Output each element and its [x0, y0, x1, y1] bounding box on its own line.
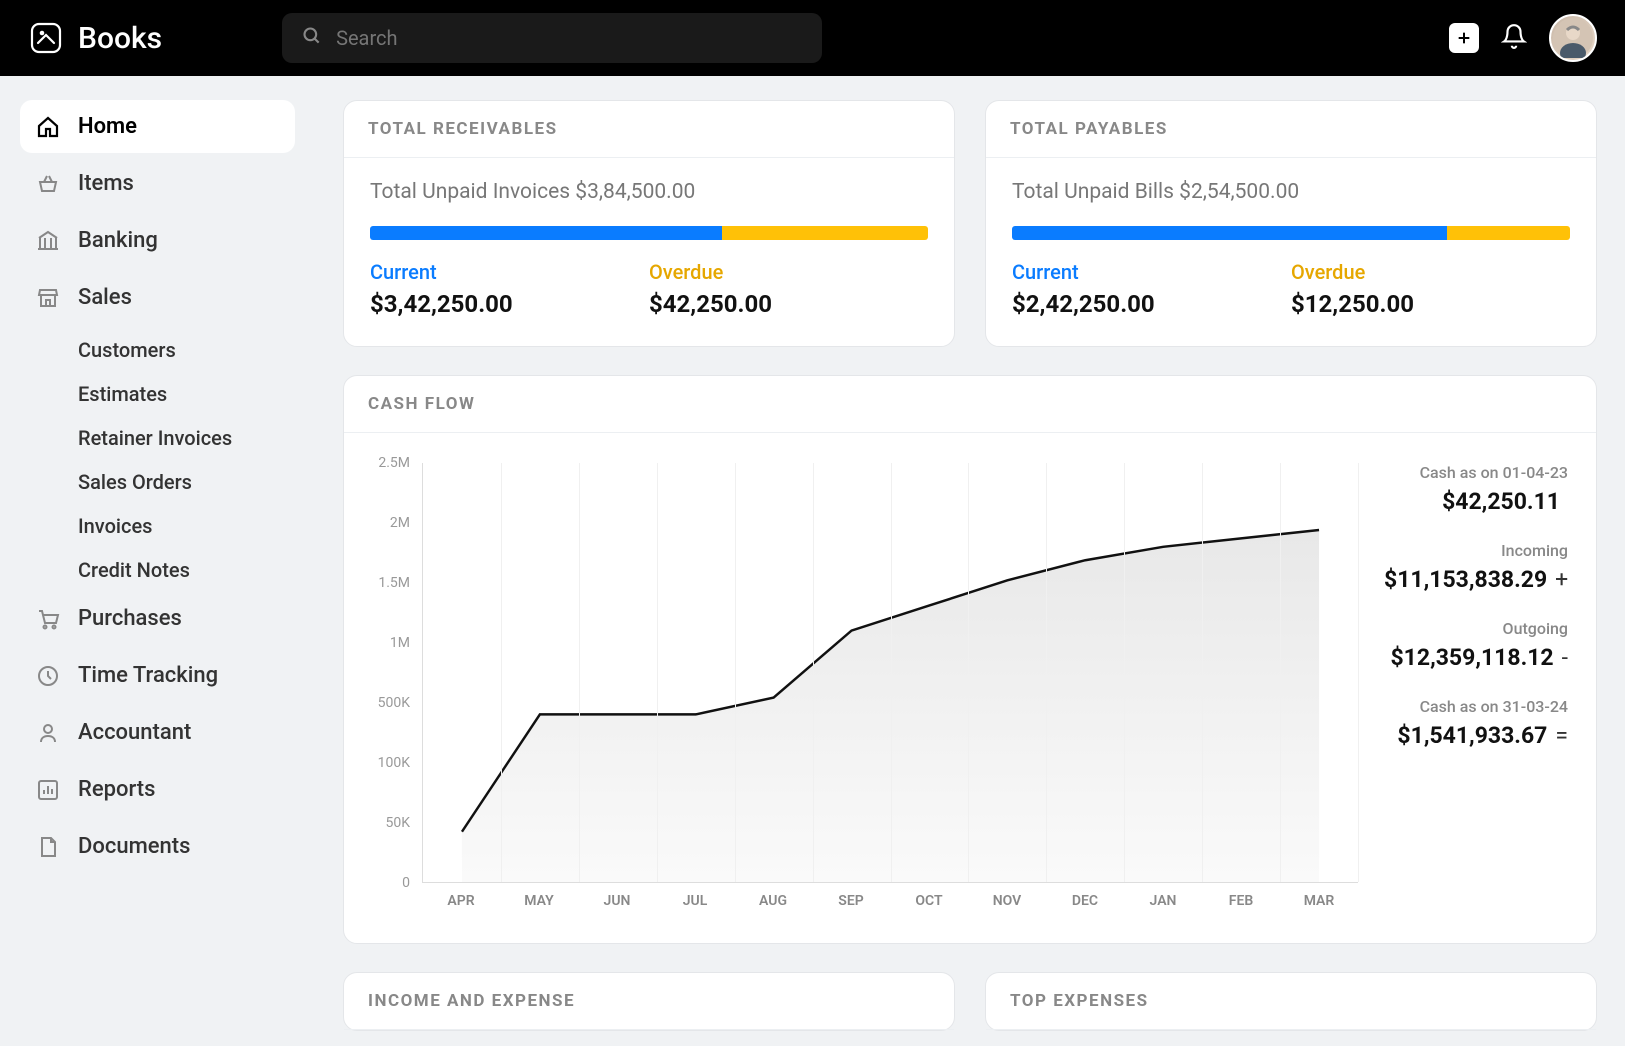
cashflow-chart: 2.5M2M1.5M1M500K100K50K0 APRMAYJUNJULAUG…: [362, 463, 1358, 923]
incoming-stat: Incoming $11,153,838.29+: [1384, 541, 1568, 593]
card-title: TOTAL PAYABLES: [986, 101, 1596, 158]
x-axis-tick: SEP: [812, 893, 890, 923]
cash-end-stat: Cash as on 31-03-24 $1,541,933.67=: [1384, 697, 1568, 749]
user-avatar[interactable]: [1549, 14, 1597, 62]
add-button[interactable]: [1449, 23, 1479, 53]
sidebar: Home Items Banking Sales Customers Estim…: [0, 76, 315, 1046]
cashflow-stats: Cash as on 01-04-23 $42,250.11 Incoming …: [1358, 463, 1568, 923]
x-axis-tick: MAR: [1280, 893, 1358, 923]
x-axis-tick: MAY: [500, 893, 578, 923]
chart-icon: [36, 778, 60, 802]
sidebar-item-items[interactable]: Items: [20, 157, 295, 210]
receivables-overdue-bar: [722, 226, 928, 240]
current-label: Current: [1012, 260, 1291, 284]
payables-overdue-bar: [1447, 226, 1570, 240]
overdue-value: $42,250.00: [649, 290, 928, 318]
y-axis-tick: 2.5M: [378, 455, 410, 471]
sidebar-item-home[interactable]: Home: [20, 100, 295, 153]
sidebar-item-label: Documents: [78, 834, 190, 859]
sidebar-item-label: Home: [78, 114, 137, 139]
y-axis-tick: 1.5M: [378, 575, 410, 591]
sidebar-item-sales[interactable]: Sales: [20, 271, 295, 324]
document-icon: [36, 835, 60, 859]
sidebar-item-label: Accountant: [78, 720, 191, 745]
sidebar-sub-retainer-invoices[interactable]: Retainer Invoices: [20, 416, 295, 460]
sidebar-item-label: Items: [78, 171, 134, 196]
search-box[interactable]: [282, 13, 822, 63]
sidebar-item-documents[interactable]: Documents: [20, 820, 295, 873]
x-axis-tick: JAN: [1124, 893, 1202, 923]
sidebar-sub-sales-orders[interactable]: Sales Orders: [20, 460, 295, 504]
x-axis-tick: JUN: [578, 893, 656, 923]
receivables-bar: [370, 226, 928, 240]
clock-icon: [36, 664, 60, 688]
payables-bar: [1012, 226, 1570, 240]
sidebar-sub-credit-notes[interactable]: Credit Notes: [20, 548, 295, 592]
card-title: CASH FLOW: [344, 376, 1596, 433]
payables-current-bar: [1012, 226, 1447, 240]
x-axis-tick: JUL: [656, 893, 734, 923]
sidebar-item-label: Purchases: [78, 606, 182, 631]
sidebar-item-label: Time Tracking: [78, 663, 218, 688]
y-axis-tick: 0: [402, 875, 410, 891]
x-axis-tick: DEC: [1046, 893, 1124, 923]
receivables-current-bar: [370, 226, 722, 240]
y-axis-tick: 1M: [390, 635, 410, 651]
card-title: TOP EXPENSES: [986, 973, 1596, 1030]
basket-icon: [36, 172, 60, 196]
top-bar: Books: [0, 0, 1625, 76]
unpaid-bills-line: Total Unpaid Bills $2,54,500.00: [1012, 180, 1570, 204]
books-logo-icon: [28, 20, 64, 56]
home-icon: [36, 115, 60, 139]
y-axis-tick: 100K: [378, 755, 410, 771]
current-value: $3,42,250.00: [370, 290, 649, 318]
logo[interactable]: Books: [28, 20, 162, 56]
x-axis-tick: NOV: [968, 893, 1046, 923]
income-expense-card: INCOME AND EXPENSE: [343, 972, 955, 1031]
y-axis-tick: 50K: [385, 815, 410, 831]
sidebar-sub-invoices[interactable]: Invoices: [20, 504, 295, 548]
sidebar-sub-customers[interactable]: Customers: [20, 328, 295, 372]
payables-card: TOTAL PAYABLES Total Unpaid Bills $2,54,…: [985, 100, 1597, 347]
main-content: TOTAL RECEIVABLES Total Unpaid Invoices …: [315, 76, 1625, 1046]
y-axis-tick: 2M: [390, 515, 410, 531]
sidebar-item-label: Reports: [78, 777, 155, 802]
top-expenses-card: TOP EXPENSES: [985, 972, 1597, 1031]
accountant-icon: [36, 721, 60, 745]
y-axis-tick: 500K: [378, 695, 410, 711]
cash-begin-stat: Cash as on 01-04-23 $42,250.11: [1384, 463, 1568, 515]
x-axis-tick: FEB: [1202, 893, 1280, 923]
sidebar-item-label: Sales: [78, 285, 132, 310]
current-label: Current: [370, 260, 649, 284]
store-icon: [36, 286, 60, 310]
bank-icon: [36, 229, 60, 253]
x-axis-tick: OCT: [890, 893, 968, 923]
overdue-label: Overdue: [1291, 260, 1570, 284]
x-axis-tick: APR: [422, 893, 500, 923]
overdue-label: Overdue: [649, 260, 928, 284]
search-icon: [302, 26, 322, 50]
search-input[interactable]: [336, 26, 802, 50]
cart-icon: [36, 607, 60, 631]
sidebar-sub-estimates[interactable]: Estimates: [20, 372, 295, 416]
card-title: INCOME AND EXPENSE: [344, 973, 954, 1030]
notifications-button[interactable]: [1501, 23, 1527, 53]
app-name: Books: [78, 21, 162, 56]
sidebar-item-accountant[interactable]: Accountant: [20, 706, 295, 759]
card-title: TOTAL RECEIVABLES: [344, 101, 954, 158]
current-value: $2,42,250.00: [1012, 290, 1291, 318]
unpaid-invoices-line: Total Unpaid Invoices $3,84,500.00: [370, 180, 928, 204]
sidebar-item-reports[interactable]: Reports: [20, 763, 295, 816]
sidebar-item-label: Banking: [78, 228, 158, 253]
overdue-value: $12,250.00: [1291, 290, 1570, 318]
sidebar-item-time-tracking[interactable]: Time Tracking: [20, 649, 295, 702]
sidebar-item-purchases[interactable]: Purchases: [20, 592, 295, 645]
receivables-card: TOTAL RECEIVABLES Total Unpaid Invoices …: [343, 100, 955, 347]
outgoing-stat: Outgoing $12,359,118.12-: [1384, 619, 1568, 671]
cashflow-card: CASH FLOW 2.5M2M1.5M1M500K100K50K0 APRMA…: [343, 375, 1597, 944]
x-axis-tick: AUG: [734, 893, 812, 923]
sidebar-item-banking[interactable]: Banking: [20, 214, 295, 267]
